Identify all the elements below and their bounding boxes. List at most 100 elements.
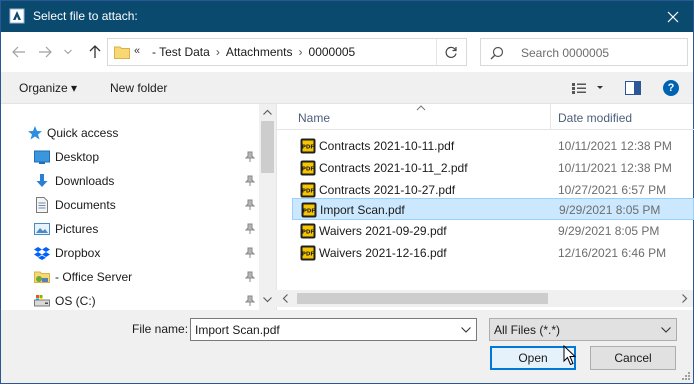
pin-icon[interactable] bbox=[245, 271, 255, 283]
scroll-right-icon[interactable] bbox=[680, 294, 689, 303]
pin-icon[interactable] bbox=[245, 295, 255, 307]
pin-icon[interactable] bbox=[245, 223, 255, 235]
sidebar-item-label: Documents bbox=[55, 198, 116, 212]
scrollbar-thumb[interactable] bbox=[297, 293, 548, 304]
file-date: 12/16/2021 6:46 PM bbox=[558, 246, 667, 260]
view-options-icon[interactable] bbox=[571, 82, 605, 94]
scroll-up-icon[interactable] bbox=[263, 108, 272, 117]
file-name: Import Scan.pdf bbox=[320, 203, 405, 217]
mouse-cursor-icon bbox=[563, 345, 577, 366]
pictures-icon bbox=[34, 223, 50, 235]
help-button[interactable]: ? bbox=[663, 80, 679, 96]
file-name: Waivers 2021-12-16.pdf bbox=[319, 246, 447, 260]
sidebar-scrollbar[interactable] bbox=[259, 104, 276, 310]
arrow-up-icon bbox=[89, 45, 101, 58]
chevron-down-icon bbox=[661, 327, 671, 333]
svg-text:PDF: PDF bbox=[302, 230, 315, 236]
new-folder-button[interactable]: New folder bbox=[110, 81, 167, 95]
search-icon bbox=[490, 46, 504, 60]
sidebar-item-office-server[interactable]: - Office Server bbox=[1, 265, 259, 289]
pdf-file-icon: PDF bbox=[300, 160, 316, 176]
column-name[interactable]: Name bbox=[298, 111, 330, 125]
pin-icon[interactable] bbox=[245, 175, 255, 187]
breadcrumb-overflow[interactable]: « bbox=[134, 45, 140, 57]
recent-locations-button[interactable] bbox=[61, 42, 75, 62]
sidebar-item-label: Pictures bbox=[55, 222, 99, 236]
file-row-selected[interactable]: PDF Import Scan.pdf 9/29/2021 8:05 PM bbox=[292, 198, 694, 220]
file-name-input[interactable]: Import Scan.pdf bbox=[190, 318, 477, 341]
desktop-icon bbox=[34, 150, 50, 164]
forward-button[interactable] bbox=[35, 42, 55, 62]
file-row[interactable]: PDF Contracts 2021-10-11_2.pdf 10/11/202… bbox=[292, 157, 694, 179]
file-list: Name Date modified PDF Contracts 2021-10… bbox=[276, 104, 694, 310]
sidebar-item-desktop[interactable]: Desktop bbox=[1, 145, 259, 169]
navigation-pane: Quick access Desktop Downloads Documents… bbox=[1, 104, 276, 310]
breadcrumb: - Test Data › Attachments › 0000005 bbox=[152, 45, 355, 59]
pdf-file-icon: PDF bbox=[300, 182, 316, 198]
up-button[interactable] bbox=[85, 42, 105, 62]
svg-text:PDF: PDF bbox=[302, 189, 315, 195]
svg-text:PDF: PDF bbox=[302, 252, 315, 258]
pin-icon[interactable] bbox=[245, 151, 255, 163]
svg-text:PDF: PDF bbox=[303, 209, 316, 215]
sidebar-item-os-drive[interactable]: OS (C:) bbox=[1, 289, 259, 310]
chevron-down-icon[interactable] bbox=[461, 327, 471, 333]
file-name: Contracts 2021-10-11.pdf bbox=[319, 139, 455, 153]
pdf-file-icon: PDF bbox=[300, 223, 316, 239]
scroll-down-icon[interactable] bbox=[263, 295, 272, 304]
breadcrumb-test-data[interactable]: - Test Data bbox=[152, 45, 210, 59]
scroll-left-icon[interactable] bbox=[281, 294, 290, 303]
resize-grip-icon[interactable] bbox=[681, 371, 691, 381]
dialog-footer: File name: Import Scan.pdf All Files (*.… bbox=[1, 310, 693, 383]
file-row[interactable]: PDF Waivers 2021-12-16.pdf 12/16/2021 6:… bbox=[292, 242, 694, 264]
refresh-button[interactable] bbox=[436, 39, 466, 65]
sidebar-item-dropbox[interactable]: Dropbox bbox=[1, 241, 259, 265]
back-button[interactable] bbox=[9, 42, 29, 62]
search-box[interactable]: Search 0000005 bbox=[480, 38, 688, 66]
close-button[interactable] bbox=[653, 1, 693, 32]
sidebar-item-quick-access[interactable]: Quick access bbox=[1, 121, 259, 145]
scrollbar-thumb[interactable] bbox=[261, 121, 274, 173]
close-icon bbox=[667, 11, 679, 22]
address-bar[interactable]: « - Test Data › Attachments › 0000005 bbox=[107, 38, 533, 66]
network-folder-icon bbox=[34, 271, 50, 283]
sort-ascending-icon bbox=[416, 105, 426, 111]
file-row[interactable]: PDF Waivers 2021-09-29.pdf 9/29/2021 8:0… bbox=[292, 220, 694, 242]
sidebar-item-downloads[interactable]: Downloads bbox=[1, 169, 259, 193]
arrow-right-icon bbox=[39, 46, 52, 58]
pdf-file-icon: PDF bbox=[300, 245, 316, 261]
title-bar: Select file to attach: bbox=[1, 1, 693, 32]
file-dialog: Select file to attach: « - Test Data › A… bbox=[0, 0, 694, 384]
app-icon bbox=[9, 8, 25, 24]
file-date: 10/11/2021 12:38 PM bbox=[558, 161, 672, 175]
drive-icon bbox=[34, 295, 50, 307]
preview-pane-icon[interactable] bbox=[625, 81, 641, 95]
sidebar-item-label: - Office Server bbox=[55, 270, 133, 284]
column-headers: Name Date modified bbox=[277, 104, 694, 130]
breadcrumb-separator: › bbox=[215, 45, 220, 59]
organize-button[interactable]: Organize ▾ bbox=[19, 81, 77, 95]
file-name-value: Import Scan.pdf bbox=[195, 323, 280, 337]
navigation-bar: « - Test Data › Attachments › 0000005 Search… bbox=[1, 32, 693, 72]
sidebar-item-label: Downloads bbox=[55, 174, 115, 188]
sidebar-item-pictures[interactable]: Pictures bbox=[1, 217, 259, 241]
breadcrumb-current-folder[interactable]: 0000005 bbox=[309, 45, 356, 59]
documents-icon bbox=[36, 197, 48, 213]
sidebar-item-documents[interactable]: Documents bbox=[1, 193, 259, 217]
pin-icon[interactable] bbox=[245, 247, 255, 259]
file-type-select[interactable]: All Files (*.*) bbox=[489, 318, 677, 341]
sidebar-item-label: OS (C:) bbox=[55, 294, 96, 308]
column-divider[interactable] bbox=[550, 104, 551, 130]
file-type-value: All Files (*.*) bbox=[494, 323, 561, 337]
sidebar-item-label: Dropbox bbox=[55, 246, 101, 260]
star-icon bbox=[28, 126, 42, 140]
cancel-button[interactable]: Cancel bbox=[590, 346, 676, 370]
command-toolbar: Organize ▾ New folder ? bbox=[1, 72, 693, 104]
breadcrumb-attachments[interactable]: Attachments bbox=[226, 45, 293, 59]
sidebar-item-label: Desktop bbox=[55, 150, 100, 164]
file-list-horizontal-scrollbar[interactable] bbox=[276, 290, 693, 307]
column-date-modified[interactable]: Date modified bbox=[558, 111, 632, 125]
sidebar-item-label: Quick access bbox=[47, 126, 119, 140]
pin-icon[interactable] bbox=[245, 199, 255, 211]
file-row[interactable]: PDF Contracts 2021-10-11.pdf 10/11/2021 … bbox=[292, 135, 694, 157]
